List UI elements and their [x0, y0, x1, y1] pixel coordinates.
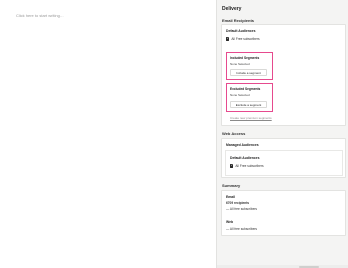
summary-web-line: — All free subscribers: [226, 227, 257, 231]
summary-email-line: — All free subscribers: [226, 207, 257, 211]
excluded-segments-title: Excluded Segments: [230, 87, 261, 91]
summary-web-label: Web: [226, 220, 234, 224]
check-icon[interactable]: ✓: [226, 36, 230, 41]
checkbox-label: All Free subscribers: [231, 37, 260, 41]
included-segments-title: Included Segments: [230, 56, 260, 60]
included-segments-value: None Selected: [230, 62, 250, 66]
panel-title: Delivery: [222, 6, 242, 12]
summary-title: Summary: [222, 183, 241, 188]
summary-email-label: Email: [226, 195, 236, 199]
web-default-audiences-title: Default Audiences: [230, 156, 260, 160]
default-audiences-title: Default Audiences: [226, 29, 256, 33]
web-default-audiences-checkbox-row[interactable]: ✓ All Free subscribers: [230, 163, 264, 168]
create-segments-link[interactable]: Create new premium segments: [230, 116, 272, 120]
web-access-title: Web Access: [222, 131, 246, 136]
included-segments-box: Included Segments None Selected Include …: [226, 52, 273, 80]
managed-audiences-title: Managed Audiences: [226, 143, 259, 147]
include-segment-button[interactable]: Include a segment: [230, 69, 267, 76]
web-checkbox-label: All Free subscribers: [235, 164, 264, 168]
editor-area[interactable]: Click here to start writing…: [0, 0, 216, 268]
exclude-segment-button[interactable]: Exclude a segment: [230, 101, 267, 108]
web-access-card: Managed Audiences Default Audiences ✓ Al…: [221, 138, 346, 178]
delivery-panel: Delivery Email Recipients Default Audien…: [216, 0, 348, 268]
check-icon[interactable]: ✓: [230, 163, 234, 168]
summary-card: Email 6709 recipients — All free subscri…: [221, 190, 346, 236]
email-recipients-title: Email Recipients: [222, 18, 255, 23]
excluded-segments-box: Excluded Segments None Selected Exclude …: [226, 83, 273, 112]
default-audiences-checkbox-row[interactable]: ✓ All Free subscribers: [226, 36, 260, 41]
editor-placeholder[interactable]: Click here to start writing…: [16, 13, 64, 18]
summary-email-count: 6709 recipients: [226, 201, 250, 205]
email-recipients-card: Default Audiences ✓ All Free subscribers…: [221, 24, 346, 126]
default-audiences-inner-card: Default Audiences ✓ All Free subscribers: [225, 150, 343, 176]
excluded-segments-value: None Selected: [230, 93, 250, 97]
